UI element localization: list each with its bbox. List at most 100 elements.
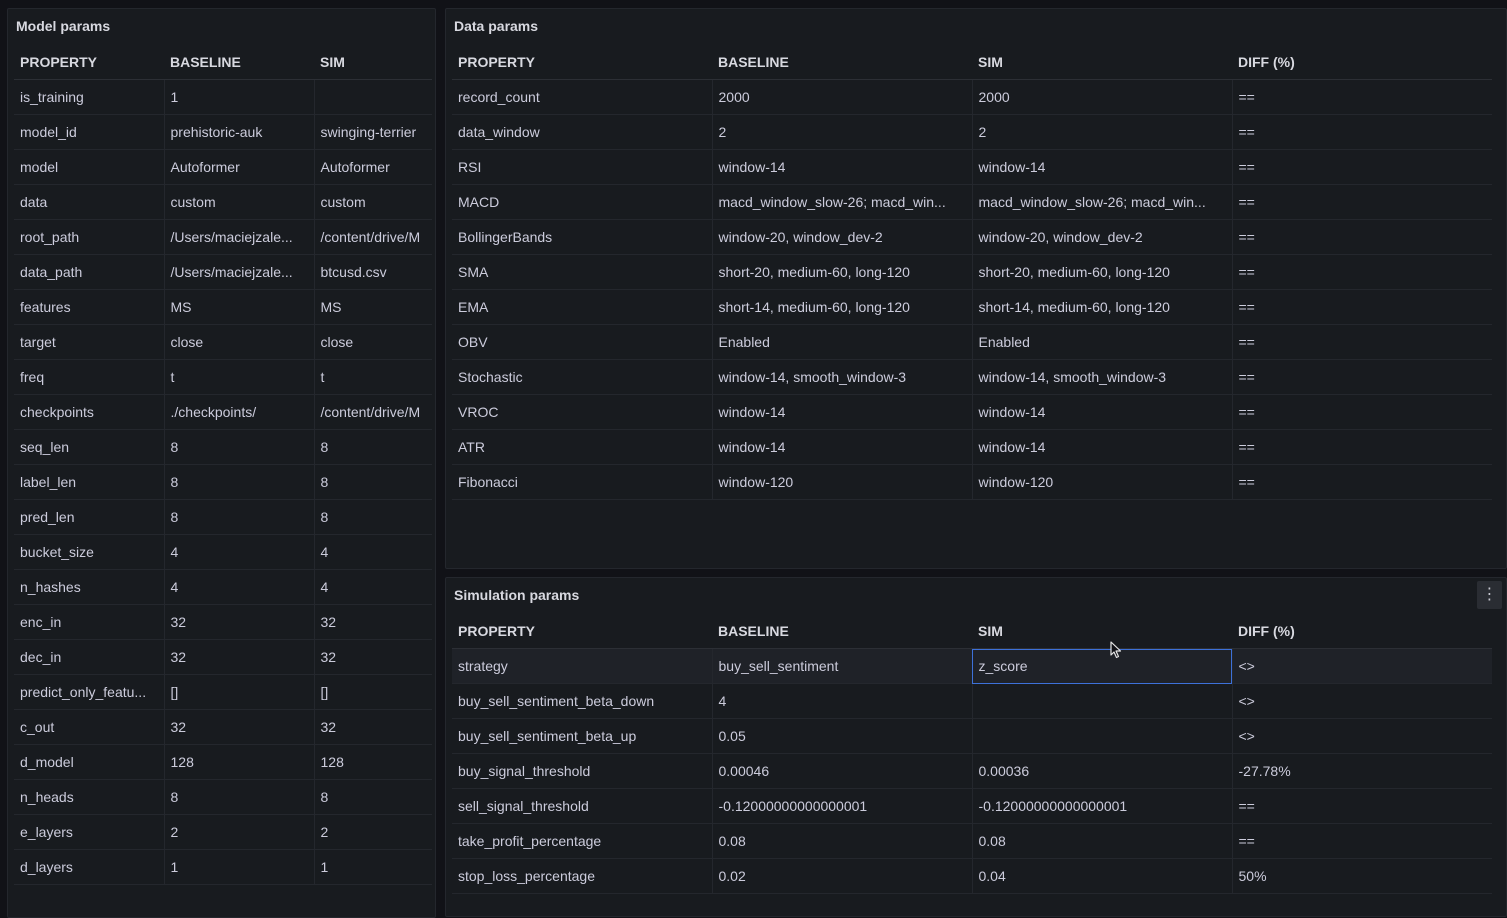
table-row[interactable]: model Autoformer Autoformer	[14, 149, 432, 185]
cell-baseline[interactable]: custom	[164, 184, 315, 220]
cell-baseline[interactable]: 4	[164, 569, 315, 605]
cell-property[interactable]: checkpoints	[14, 394, 165, 430]
cell-baseline[interactable]: -0.12000000000000001	[712, 788, 973, 824]
cell-sim[interactable]: 1	[314, 849, 432, 885]
cell-sim[interactable]: swinging-terrier	[314, 114, 432, 150]
cell-baseline[interactable]: 32	[164, 709, 315, 745]
cell-sim[interactable]: 0.04	[972, 858, 1233, 894]
cell-sim[interactable]	[972, 718, 1233, 754]
table-row[interactable]: root_path/Users/maciejzale.../content/dr…	[14, 219, 432, 255]
column-header-baseline[interactable]: BASELINE	[712, 614, 972, 649]
cell-baseline[interactable]: 2	[164, 814, 315, 850]
cell-property[interactable]: seq_len	[14, 429, 165, 465]
cell-property[interactable]: record_count	[452, 79, 713, 115]
table-row[interactable]: take_profit_percentage 0.08 0.08 ==	[452, 823, 1492, 859]
cell-property[interactable]: SMA	[452, 254, 713, 290]
cell-sim[interactable]: 32	[314, 709, 432, 745]
cell-sim[interactable]	[972, 683, 1233, 719]
table-row[interactable]: d_layers 1 1	[14, 849, 432, 885]
cell-property[interactable]: label_len	[14, 464, 165, 500]
cell-baseline[interactable]: /Users/maciejzale...	[164, 219, 315, 255]
column-header-sim[interactable]: SIM	[972, 45, 1232, 80]
table-row[interactable]: data custom custom	[14, 184, 432, 220]
cell-property[interactable]: RSI	[452, 149, 713, 185]
cell-sim[interactable]: custom	[314, 184, 432, 220]
cell-sim[interactable]: short-14, medium-60, long-120	[972, 289, 1233, 325]
table-row[interactable]: e_layers 2 2	[14, 814, 432, 850]
table-row[interactable]: dec_in 32 32	[14, 639, 432, 675]
cell-sim[interactable]: window-14	[972, 429, 1233, 465]
table-row[interactable]: Stochastic window-14, smooth_window-3 wind…	[452, 359, 1492, 395]
cell-sim[interactable]: 4	[314, 534, 432, 570]
cell-diff[interactable]: ==	[1232, 394, 1492, 430]
table-row[interactable]: d_model 128 128	[14, 744, 432, 780]
cell-property[interactable]: d_model	[14, 744, 165, 780]
cell-property[interactable]: model_id	[14, 114, 165, 150]
table-row[interactable]: sell_signal_threshold -0.1200000000000000…	[452, 788, 1492, 824]
table-row[interactable]: BollingerBands window-20, window_dev-2 win…	[452, 219, 1492, 255]
cell-sim[interactable]: Enabled	[972, 324, 1233, 360]
table-row[interactable]: RSI window-14 window-14 ==	[452, 149, 1492, 185]
table-row[interactable]: data_window 2 2 ==	[452, 114, 1492, 150]
cell-sim[interactable]: 2000	[972, 79, 1233, 115]
cell-sim[interactable]: 0.08	[972, 823, 1233, 859]
cell-property[interactable]: Fibonacci	[452, 464, 713, 500]
table-row[interactable]: n_heads 8 8	[14, 779, 432, 815]
cell-sim[interactable]: 8	[314, 499, 432, 535]
cell-diff[interactable]: -27.78%	[1232, 753, 1492, 789]
cell-sim[interactable]: 32	[314, 604, 432, 640]
cell-diff[interactable]: ==	[1232, 149, 1492, 185]
column-header-diff[interactable]: DIFF (%)	[1232, 45, 1492, 80]
cell-property[interactable]: e_layers	[14, 814, 165, 850]
cell-diff[interactable]: ==	[1232, 429, 1492, 465]
cell-baseline[interactable]: short-14, medium-60, long-120	[712, 289, 973, 325]
cell-property[interactable]: is_training	[14, 79, 165, 115]
cell-property[interactable]: n_heads	[14, 779, 165, 815]
cell-baseline[interactable]: window-120	[712, 464, 973, 500]
kebab-menu-icon[interactable]: ⋮	[1477, 581, 1502, 609]
cell-sim[interactable]: window-14	[972, 149, 1233, 185]
table-row[interactable]: enc_in 32 32	[14, 604, 432, 640]
cell-property[interactable]: n_hashes	[14, 569, 165, 605]
cell-sim[interactable]	[314, 79, 432, 115]
cell-sim[interactable]: z_score	[972, 648, 1233, 684]
cell-property[interactable]: pred_len	[14, 499, 165, 535]
cell-property[interactable]: stop_loss_percentage	[452, 858, 713, 894]
table-row[interactable]: EMA short-14, medium-60, long-120 short-14…	[452, 289, 1492, 325]
cell-diff[interactable]: <>	[1232, 683, 1492, 719]
cell-property[interactable]: data_path	[14, 254, 165, 290]
cell-sim[interactable]: 2	[314, 814, 432, 850]
cell-baseline[interactable]: 8	[164, 429, 315, 465]
table-row[interactable]: pred_len 8 8	[14, 499, 432, 535]
cell-property[interactable]: take_profit_percentage	[452, 823, 713, 859]
cell-sim[interactable]: t	[314, 359, 432, 395]
cell-sim[interactable]: /content/drive/M	[314, 394, 432, 430]
cell-baseline[interactable]: 4	[712, 683, 973, 719]
cell-baseline[interactable]: buy_sell_sentiment	[712, 648, 973, 684]
cell-baseline[interactable]: 4	[164, 534, 315, 570]
cell-baseline[interactable]: 2000	[712, 79, 973, 115]
cell-baseline[interactable]: 0.00046	[712, 753, 973, 789]
cell-baseline[interactable]: window-14	[712, 149, 973, 185]
cell-property[interactable]: buy_signal_threshold	[452, 753, 713, 789]
column-header-property[interactable]: PROPERTY	[452, 614, 712, 649]
table-row[interactable]: is_training 1	[14, 79, 432, 115]
table-row[interactable]: OBV Enabled Enabled ==	[452, 324, 1492, 360]
cell-property[interactable]: data_window	[452, 114, 713, 150]
cell-sim[interactable]: short-20, medium-60, long-120	[972, 254, 1233, 290]
table-row[interactable]: stop_loss_percentage 0.02 0.04 50%	[452, 858, 1492, 894]
cell-property[interactable]: strategy	[452, 648, 713, 684]
cell-baseline[interactable]: window-20, window_dev-2	[712, 219, 973, 255]
cell-sim[interactable]: 0.00036	[972, 753, 1233, 789]
cell-property[interactable]: c_out	[14, 709, 165, 745]
column-header-property[interactable]: PROPERTY	[452, 45, 712, 80]
cell-baseline[interactable]: 32	[164, 604, 315, 640]
cell-baseline[interactable]: window-14	[712, 394, 973, 430]
cell-property[interactable]: OBV	[452, 324, 713, 360]
cell-sim[interactable]: MS	[314, 289, 432, 325]
cell-sim[interactable]: window-120	[972, 464, 1233, 500]
table-row[interactable]: ATR window-14 window-14 ==	[452, 429, 1492, 465]
cell-sim[interactable]: 128	[314, 744, 432, 780]
cell-baseline[interactable]: 32	[164, 639, 315, 675]
cell-property[interactable]: Stochastic	[452, 359, 713, 395]
